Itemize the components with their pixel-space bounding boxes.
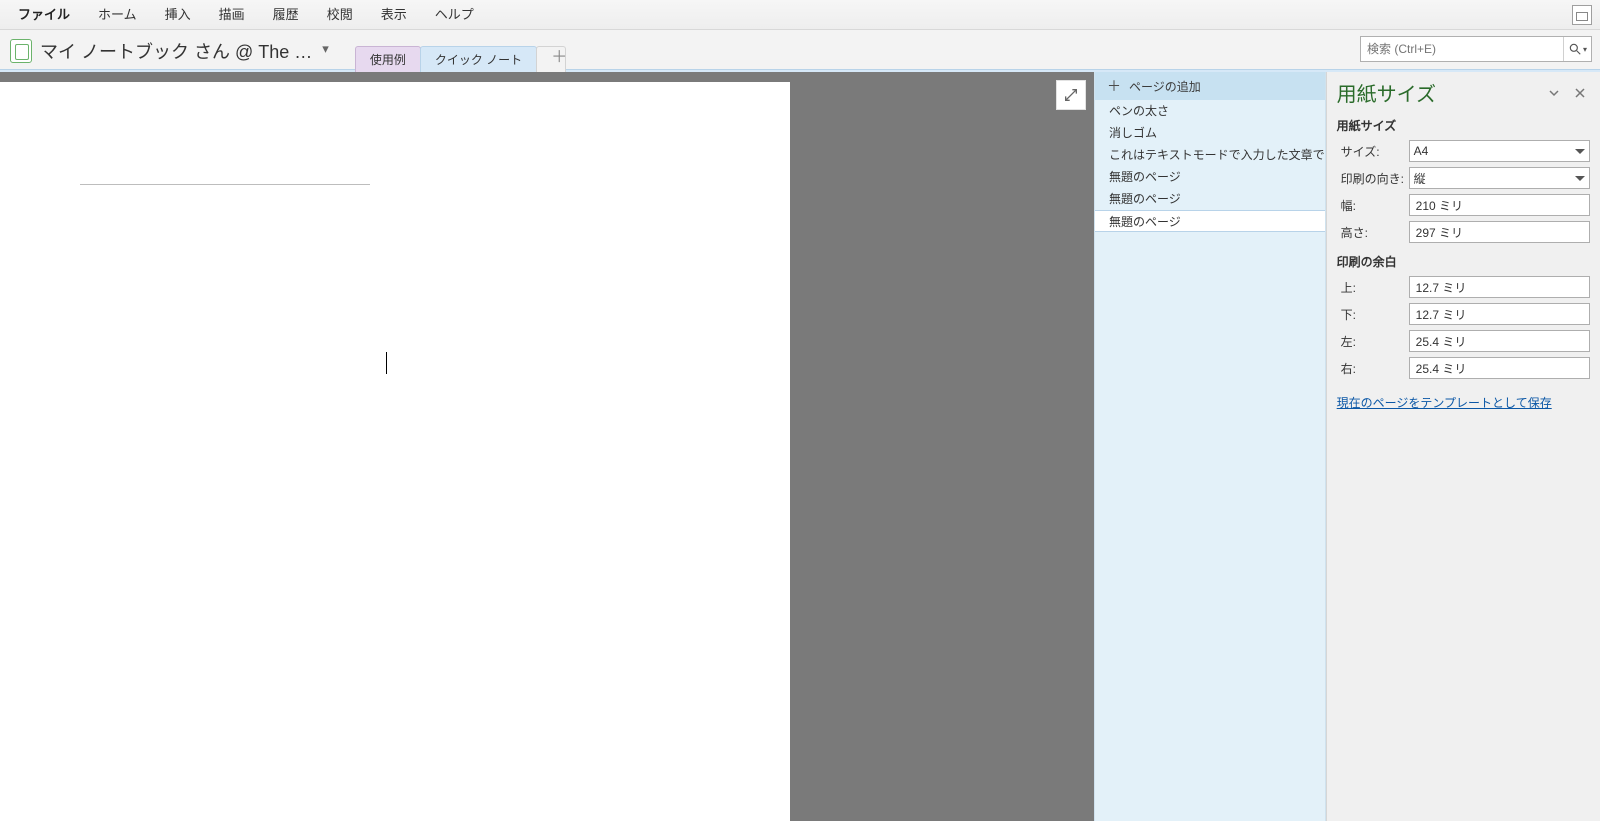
- close-icon: [1574, 87, 1586, 99]
- orientation-label: 印刷の向き:: [1337, 170, 1409, 187]
- height-label: 高さ:: [1337, 224, 1409, 241]
- orientation-select[interactable]: 縦: [1409, 167, 1590, 189]
- canvas-area: [0, 72, 1094, 821]
- section-tabs: 使用例 クイック ノート ＋: [355, 30, 565, 72]
- page-item-2[interactable]: これはテキストモードで入力した文章で: [1095, 144, 1325, 166]
- margin-right-input[interactable]: [1409, 357, 1590, 379]
- page-list-panel: ＋ ページの追加 ペンの太さ 消しゴム これはテキストモードで入力した文章で 無…: [1094, 72, 1326, 821]
- search-container: ▾: [1360, 36, 1592, 62]
- menu-file[interactable]: ファイル: [4, 0, 84, 30]
- menu-review[interactable]: 校閲: [313, 0, 367, 30]
- page-item-5[interactable]: 無題のページ: [1095, 210, 1325, 232]
- search-options-caret-icon: ▾: [1583, 45, 1587, 54]
- plus-icon: ＋: [1107, 76, 1121, 96]
- menu-insert[interactable]: 挿入: [151, 0, 205, 30]
- page-title-underline: [80, 184, 370, 185]
- size-select[interactable]: A4: [1409, 140, 1590, 162]
- main-area: ＋ ページの追加 ペンの太さ 消しゴム これはテキストモードで入力した文章で 無…: [0, 72, 1600, 821]
- section-tab-1[interactable]: クイック ノート: [420, 46, 537, 72]
- note-page[interactable]: [0, 82, 790, 821]
- size-label: サイズ:: [1337, 143, 1409, 160]
- paper-size-panel: 用紙サイズ 用紙サイズ サイズ: A4 印刷の向き: 縦 幅: 高さ: 印刷の余…: [1326, 72, 1600, 821]
- notebook-dropdown-icon[interactable]: ▾: [322, 41, 329, 57]
- margin-left-label: 左:: [1337, 333, 1409, 350]
- page-item-0[interactable]: ペンの太さ: [1095, 100, 1325, 122]
- search-input[interactable]: [1360, 36, 1592, 62]
- save-as-template-link[interactable]: 現在のページをテンプレートとして保存: [1337, 394, 1552, 411]
- fullscreen-button[interactable]: [1056, 80, 1086, 110]
- margin-top-label: 上:: [1337, 279, 1409, 296]
- add-section-tab[interactable]: ＋: [536, 46, 566, 72]
- page-item-1[interactable]: 消しゴム: [1095, 122, 1325, 144]
- menu-bar: ファイル ホーム 挿入 描画 履歴 校閲 表示 ヘルプ: [0, 0, 1600, 30]
- menu-help[interactable]: ヘルプ: [421, 0, 488, 30]
- margin-bottom-input[interactable]: [1409, 303, 1590, 325]
- panel-options-button[interactable]: [1544, 83, 1564, 103]
- add-page-label: ページの追加: [1129, 78, 1201, 95]
- expand-icon: [1063, 87, 1079, 103]
- notebook-title[interactable]: マイ ノートブック さん @ The …: [40, 38, 312, 64]
- width-input[interactable]: [1409, 194, 1590, 216]
- text-cursor: [386, 352, 387, 374]
- add-page-button[interactable]: ＋ ページの追加: [1095, 72, 1325, 100]
- panel-close-button[interactable]: [1570, 83, 1590, 103]
- group-margins: 印刷の余白: [1337, 253, 1590, 270]
- search-icon: [1568, 42, 1582, 56]
- page-item-3[interactable]: 無題のページ: [1095, 166, 1325, 188]
- margin-top-input[interactable]: [1409, 276, 1590, 298]
- menu-draw[interactable]: 描画: [205, 0, 259, 30]
- orientation-value: 縦: [1414, 170, 1426, 187]
- width-label: 幅:: [1337, 197, 1409, 214]
- panel-title: 用紙サイズ: [1337, 78, 1538, 107]
- notebook-icon[interactable]: [10, 39, 32, 63]
- search-button[interactable]: ▾: [1563, 37, 1591, 61]
- section-tab-0[interactable]: 使用例: [355, 46, 421, 72]
- notebook-header: マイ ノートブック さん @ The … ▾ 使用例 クイック ノート ＋ ▾: [0, 30, 1600, 72]
- margin-left-input[interactable]: [1409, 330, 1590, 352]
- margin-bottom-label: 下:: [1337, 306, 1409, 323]
- menu-view[interactable]: 表示: [367, 0, 421, 30]
- group-paper-size: 用紙サイズ: [1337, 117, 1590, 134]
- margin-right-label: 右:: [1337, 360, 1409, 377]
- size-value: A4: [1414, 144, 1429, 158]
- height-input[interactable]: [1409, 221, 1590, 243]
- chevron-down-icon: [1548, 87, 1560, 99]
- window-mode-icon[interactable]: [1572, 5, 1592, 25]
- menu-history[interactable]: 履歴: [259, 0, 313, 30]
- menu-home[interactable]: ホーム: [84, 0, 151, 30]
- page-item-4[interactable]: 無題のページ: [1095, 188, 1325, 210]
